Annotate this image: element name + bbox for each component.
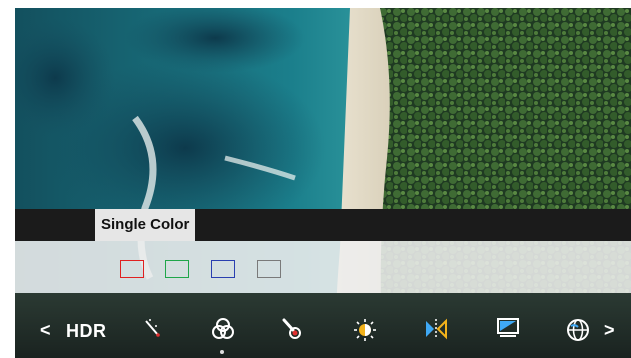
monitor-icon[interactable]	[496, 318, 520, 338]
swatch-red[interactable]	[120, 260, 144, 278]
brightness-icon[interactable]	[353, 318, 377, 342]
swatch-green[interactable]	[165, 260, 189, 278]
magic-wand-icon[interactable]	[143, 318, 161, 338]
globe-icon[interactable]	[566, 318, 590, 342]
color-circles-icon[interactable]	[212, 318, 234, 340]
hdr-button[interactable]: HDR	[66, 321, 107, 342]
active-indicator	[220, 350, 224, 354]
tab-single-color[interactable]: Single Color	[95, 209, 196, 241]
color-dropper-icon[interactable]	[281, 318, 301, 340]
swatch-blue[interactable]	[211, 260, 235, 278]
mirror-icon[interactable]	[424, 318, 448, 340]
next-arrow[interactable]: >	[604, 320, 615, 341]
swatch-gray[interactable]	[257, 260, 281, 278]
prev-arrow[interactable]: <	[40, 320, 51, 341]
bottom-toolbar	[15, 293, 631, 358]
color-swatch-panel	[15, 241, 631, 293]
